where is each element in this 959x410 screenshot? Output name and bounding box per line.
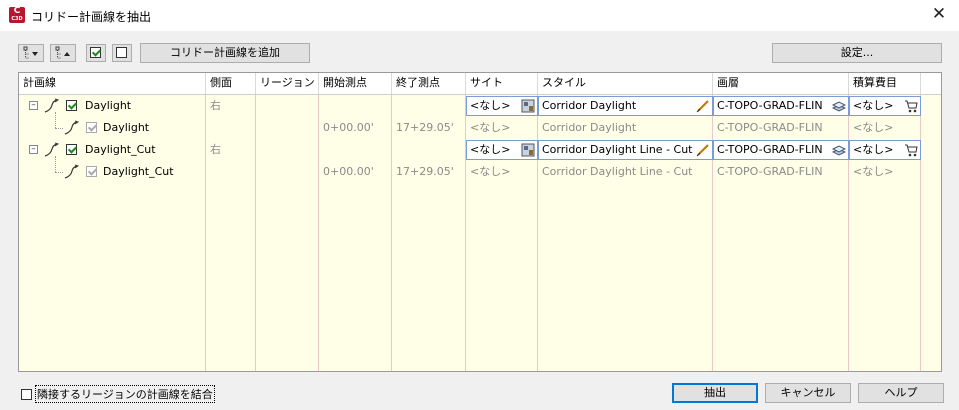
site-dropdown[interactable]: <なし>	[466, 96, 538, 116]
column-header-pay-item[interactable]: 積算費目	[849, 73, 921, 94]
table-row[interactable]: Daylight_Cut 0+00.00' 17+29.05' <なし> Cor…	[19, 161, 941, 183]
pay-item-dropdown[interactable]: <なし>	[849, 96, 921, 116]
pay-item-value: <なし>	[853, 99, 894, 112]
column-header-site[interactable]: サイト	[466, 73, 538, 94]
site-icon	[521, 143, 535, 157]
site-icon	[521, 99, 535, 113]
table-row[interactable]: – Daylight 右 <なし> Corridor Daylight C-TO…	[19, 95, 941, 117]
check-all-button[interactable]	[86, 44, 106, 62]
column-header-side[interactable]: 側面	[206, 73, 256, 94]
pay-item-value: <なし>	[853, 143, 894, 156]
feature-line-icon	[64, 164, 79, 179]
layer-value: C-TOPO-GRAD-FLIN	[717, 165, 823, 178]
collapse-toggle-icon[interactable]: –	[29, 101, 38, 110]
column-header-layer[interactable]: 画層	[713, 73, 849, 94]
merge-regions-checkbox-box[interactable]	[21, 388, 32, 400]
feature-line-name: Daylight	[103, 121, 150, 134]
site-value: <なし>	[470, 143, 511, 156]
expand-all-icon	[23, 46, 38, 59]
cart-icon	[905, 144, 918, 157]
feature-line-grid: 計画線 側面 リージョン 開始測点 終了測点 サイト スタイル 画層 積算費目 …	[18, 72, 942, 372]
add-corridor-feature-line-button[interactable]: コリドー計画線を追加	[140, 43, 310, 63]
style-value: Corridor Daylight Line - Cut	[542, 165, 693, 178]
feature-line-icon	[44, 142, 59, 157]
cart-icon	[905, 100, 918, 113]
style-icon	[696, 144, 709, 157]
feature-line-name: Daylight_Cut	[85, 143, 156, 156]
row-checkbox[interactable]	[86, 166, 97, 177]
style-dropdown[interactable]: Corridor Daylight	[538, 96, 713, 116]
column-header-region[interactable]: リージョン	[256, 73, 319, 94]
side-value: 右	[210, 99, 221, 112]
layer-dropdown[interactable]: C-TOPO-GRAD-FLIN	[713, 140, 849, 160]
pay-item-dropdown[interactable]: <なし>	[849, 140, 921, 160]
collapse-toggle-icon[interactable]: –	[29, 145, 38, 154]
row-checkbox[interactable]	[86, 122, 97, 133]
column-header-start-station[interactable]: 開始測点	[319, 73, 392, 94]
feature-line-name: Daylight	[85, 99, 132, 112]
style-icon	[696, 100, 709, 113]
pay-item-value: <なし>	[853, 165, 894, 178]
layer-dropdown[interactable]: C-TOPO-GRAD-FLIN	[713, 96, 849, 116]
layer-value: C-TOPO-GRAD-FLIN	[717, 121, 823, 134]
check-all-icon	[90, 47, 101, 58]
site-dropdown[interactable]: <なし>	[466, 140, 538, 160]
uncheck-all-button[interactable]	[112, 44, 132, 62]
grid-header: 計画線 側面 リージョン 開始測点 終了測点 サイト スタイル 画層 積算費目	[19, 73, 941, 95]
column-header-feature-line[interactable]: 計画線	[19, 73, 206, 94]
style-value: Corridor Daylight	[542, 99, 637, 112]
collapse-all-button[interactable]	[50, 44, 76, 62]
end-station-value: 17+29.05'	[396, 121, 454, 134]
layer-value: C-TOPO-GRAD-FLIN	[717, 143, 823, 156]
end-station-value: 17+29.05'	[396, 165, 454, 178]
civil3d-app-icon: C C3D	[9, 7, 25, 23]
merge-regions-checkbox[interactable]: 隣接するリージョンの計画線を結合	[21, 385, 215, 403]
pay-item-value: <なし>	[853, 121, 894, 134]
layer-value: C-TOPO-GRAD-FLIN	[717, 99, 823, 112]
feature-line-icon	[64, 120, 79, 135]
close-icon[interactable]: ✕	[929, 4, 949, 24]
table-row[interactable]: Daylight 0+00.00' 17+29.05' <なし> Corrido…	[19, 117, 941, 139]
merge-regions-label: 隣接するリージョンの計画線を結合	[35, 385, 215, 403]
settings-button[interactable]: 設定...	[772, 43, 942, 63]
start-station-value: 0+00.00'	[323, 121, 374, 134]
column-header-end-station[interactable]: 終了測点	[392, 73, 466, 94]
title-bar: C C3D コリドー計画線を抽出 ✕	[0, 0, 959, 31]
start-station-value: 0+00.00'	[323, 165, 374, 178]
column-header-style[interactable]: スタイル	[538, 73, 713, 94]
side-value: 右	[210, 143, 221, 156]
layer-icon	[832, 101, 846, 112]
feature-line-icon	[44, 98, 59, 113]
row-checkbox[interactable]	[66, 144, 77, 155]
expand-all-button[interactable]	[18, 44, 44, 62]
uncheck-all-icon	[116, 47, 127, 58]
site-value: <なし>	[470, 99, 511, 112]
style-value: Corridor Daylight	[542, 121, 637, 134]
layer-icon	[832, 145, 846, 156]
window-title: コリドー計画線を抽出	[31, 10, 152, 24]
cancel-button[interactable]: キャンセル	[765, 383, 851, 403]
row-checkbox[interactable]	[66, 100, 77, 111]
style-value: Corridor Daylight Line - Cut	[542, 143, 693, 156]
help-button[interactable]: ヘルプ	[858, 383, 944, 403]
collapse-all-icon	[55, 46, 70, 59]
site-value: <なし>	[470, 121, 511, 134]
site-value: <なし>	[470, 165, 511, 178]
table-row[interactable]: – Daylight_Cut 右 <なし> Corridor Daylight …	[19, 139, 941, 161]
feature-line-name: Daylight_Cut	[103, 165, 174, 178]
extract-button[interactable]: 抽出	[672, 383, 758, 403]
style-dropdown[interactable]: Corridor Daylight Line - Cut	[538, 140, 713, 160]
